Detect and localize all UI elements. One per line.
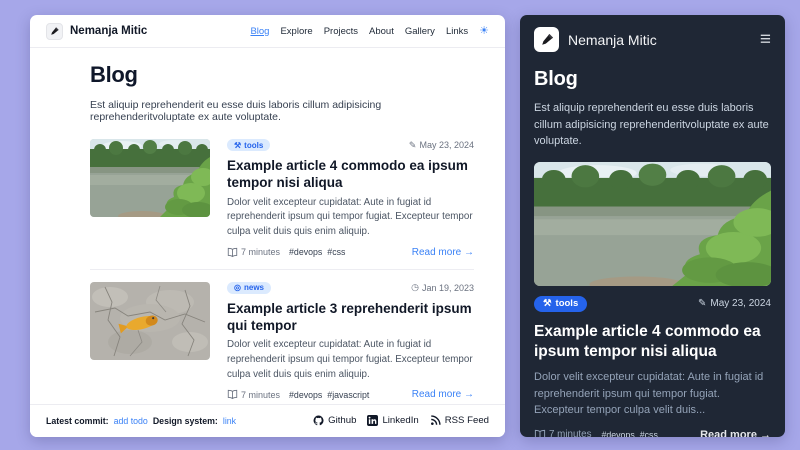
desktop-preview-panel: Nemanja Mitic Blog Explore Projects Abou… <box>30 15 505 437</box>
article-date: ✎ May 23, 2024 <box>409 140 474 151</box>
read-more-link[interactable]: Read more → <box>412 247 474 258</box>
badge-label: tools <box>556 298 579 309</box>
article-row: ◎ news ◷ Jan 19, 2023 Example article 3 … <box>90 270 474 413</box>
pencil-icon: ✎ <box>698 298 706 309</box>
site-logo-pen-icon <box>46 23 63 40</box>
article-date: ◷ Jan 19, 2023 <box>411 282 474 293</box>
article-image-river[interactable] <box>534 162 771 286</box>
article-title[interactable]: Example article 4 commodo ea ipsum tempo… <box>534 322 771 363</box>
article-thumbnail-rock[interactable] <box>90 282 210 360</box>
reading-time: 7 minutes <box>534 429 591 437</box>
desktop-header: Nemanja Mitic Blog Explore Projects Abou… <box>30 15 505 48</box>
linkedin-link[interactable]: LinkedIn <box>367 415 418 426</box>
clock-icon: ◷ <box>411 282 419 293</box>
desktop-content: Blog Est aliquip reprehenderit eu esse d… <box>30 48 505 437</box>
reading-time: 7 minutes <box>227 247 280 258</box>
reading-time-label: 7 minutes <box>241 390 280 400</box>
reading-time-label: 7 minutes <box>549 429 591 437</box>
site-name: Nemanja Mitic <box>568 32 657 48</box>
site-brand[interactable]: Nemanja Mitic <box>534 27 657 52</box>
pencil-icon: ✎ <box>409 140 417 151</box>
hamburger-menu-icon[interactable]: ≡ <box>760 30 771 49</box>
github-icon <box>313 415 324 426</box>
article-body: ◎ news ◷ Jan 19, 2023 Example article 3 … <box>227 282 474 401</box>
mobile-header: Nemanja Mitic ≡ <box>520 15 785 60</box>
article-description: Dolor velit excepteur cupidatat: Aute in… <box>534 369 771 419</box>
design-system-label: Design system: <box>153 416 218 426</box>
desktop-footer: Latest commit: add todo Design system: l… <box>30 404 505 437</box>
book-icon <box>227 389 238 400</box>
tag-devops[interactable]: #devops <box>289 247 322 257</box>
linkedin-label: LinkedIn <box>382 415 418 426</box>
nav-item-blog[interactable]: Blog <box>250 26 269 37</box>
reading-time: 7 minutes <box>227 389 280 400</box>
article-title[interactable]: Example article 4 commodo ea ipsum tempo… <box>227 157 474 192</box>
read-more-link[interactable]: Read more → <box>700 429 771 437</box>
theme-toggle-sun-icon[interactable]: ☀ <box>479 26 489 37</box>
mobile-preview-panel: Nemanja Mitic ≡ Blog Est aliquip reprehe… <box>520 15 785 437</box>
tools-icon: ⚒ <box>543 298 552 309</box>
tag-devops[interactable]: #devops <box>289 390 322 400</box>
nav-item-projects[interactable]: Projects <box>324 26 358 37</box>
article-title[interactable]: Example article 3 reprehenderit ipsum qu… <box>227 300 474 335</box>
rss-icon <box>430 415 441 426</box>
main-nav: Blog Explore Projects About Gallery Link… <box>250 26 489 37</box>
nav-item-links[interactable]: Links <box>446 26 468 37</box>
nav-item-gallery[interactable]: Gallery <box>405 26 435 37</box>
date-label: May 23, 2024 <box>710 298 771 309</box>
book-icon <box>227 247 238 258</box>
read-more-link[interactable]: Read more → <box>412 389 474 400</box>
github-label: Github <box>328 415 356 426</box>
page-title: Blog <box>90 62 474 88</box>
latest-commit-label: Latest commit: <box>46 416 109 426</box>
book-icon <box>534 429 546 437</box>
article-description: Dolor velit excepteur cupidatat: Aute in… <box>227 338 474 382</box>
tools-icon: ⚒ <box>234 141 241 150</box>
site-name: Nemanja Mitic <box>70 25 147 37</box>
site-brand[interactable]: Nemanja Mitic <box>46 23 147 40</box>
linkedin-icon <box>367 415 378 426</box>
mobile-content: Blog Est aliquip reprehenderit eu esse d… <box>520 68 785 437</box>
nav-item-explore[interactable]: Explore <box>280 26 312 37</box>
github-link[interactable]: Github <box>313 415 356 426</box>
page-intro: Est aliquip reprehenderit eu esse duis l… <box>534 100 771 150</box>
article-thumbnail-river[interactable] <box>90 139 210 217</box>
badge-label: news <box>244 283 264 292</box>
date-label: Jan 19, 2023 <box>422 283 474 293</box>
tag-devops[interactable]: #devops <box>601 430 634 437</box>
reading-time-label: 7 minutes <box>241 247 280 257</box>
category-badge-news[interactable]: ◎ news <box>227 282 271 294</box>
category-badge-tools[interactable]: ⚒ tools <box>227 139 270 151</box>
badge-label: tools <box>244 141 263 150</box>
category-badge-tools[interactable]: ⚒ tools <box>534 296 587 312</box>
article-row: ⚒ tools ✎ May 23, 2024 Example article 4… <box>90 127 474 270</box>
page-title: Blog <box>534 68 771 91</box>
date-label: May 23, 2024 <box>419 140 474 150</box>
news-icon: ◎ <box>234 283 241 292</box>
tag-css[interactable]: #css <box>327 247 345 257</box>
article-date: ✎ May 23, 2024 <box>698 298 771 309</box>
article-body: ⚒ tools ✎ May 23, 2024 Example article 4… <box>227 139 474 258</box>
page-intro: Est aliquip reprehenderit eu esse duis l… <box>90 99 474 123</box>
rss-label: RSS Feed <box>445 415 489 426</box>
latest-commit-link[interactable]: add todo <box>114 416 148 426</box>
rss-link[interactable]: RSS Feed <box>430 415 489 426</box>
article-description: Dolor velit excepteur cupidatat: Aute in… <box>227 196 474 240</box>
tag-javascript[interactable]: #javascript <box>327 390 369 400</box>
site-logo-pen-icon <box>534 27 559 52</box>
design-system-link[interactable]: link <box>223 416 236 426</box>
nav-item-about[interactable]: About <box>369 26 394 37</box>
tag-css[interactable]: #css <box>640 430 658 437</box>
